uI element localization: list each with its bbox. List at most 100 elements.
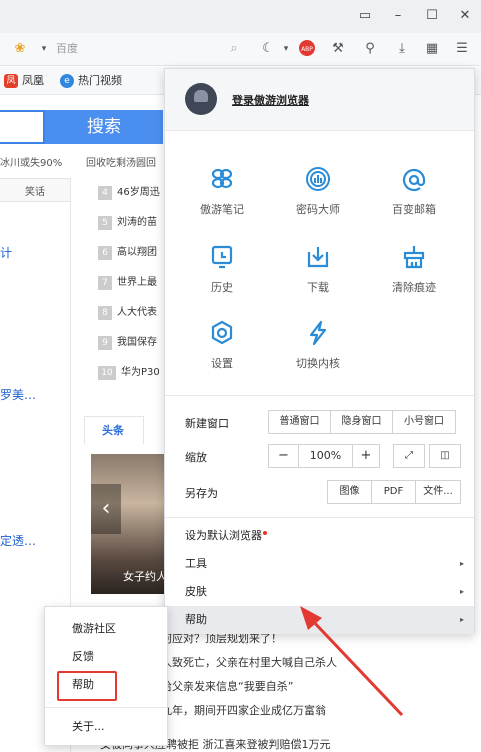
notes-label: 傲游笔记 — [200, 203, 244, 216]
settings-label: 设置 — [211, 357, 233, 370]
zoom-group: − 100% + — [268, 444, 380, 468]
apps-icon[interactable]: ▦ — [422, 39, 442, 59]
password-master-button[interactable]: 密码大师 — [278, 165, 358, 217]
title-bar: ▭ – ☐ ✕ — [0, 0, 481, 33]
help-submenu: 傲游社区 反馈 帮助 关于... — [44, 606, 168, 746]
tools-menu-item[interactable]: 工具 ▸ — [165, 550, 474, 578]
history-label: 历史 — [211, 281, 233, 294]
feedback-item[interactable]: 反馈 — [45, 645, 167, 669]
save-image-button[interactable]: 图像 — [328, 481, 372, 503]
menu-divider — [165, 517, 474, 518]
rank-badge: 5 — [98, 216, 112, 230]
menu-icon[interactable]: ☰ — [452, 39, 472, 59]
rank-badge: 4 — [98, 186, 112, 200]
page-search-input[interactable] — [0, 110, 45, 144]
notes-button[interactable]: 傲游笔记 — [182, 165, 262, 217]
tab-laugh[interactable]: 笑话 — [25, 183, 45, 198]
night-mode-icon[interactable]: ☾ — [258, 39, 278, 59]
save-as-group: 图像 PDF 文件... — [327, 480, 461, 504]
clear-traces-icon — [403, 246, 425, 269]
rank-badge: 8 — [98, 306, 112, 320]
chevron-left-icon[interactable]: ‹ — [91, 484, 121, 534]
address-bar[interactable]: 百度 — [56, 38, 248, 60]
hot-search-link[interactable]: 回收吃剩汤圆回 — [86, 154, 156, 170]
news-title: 世界上最 — [117, 277, 157, 288]
news-title: 高以翔团 — [117, 247, 157, 258]
submenu-divider — [45, 707, 167, 708]
headline-link[interactable]: 计 — [0, 244, 12, 261]
set-default-browser-item[interactable]: 设为默认浏览器 — [165, 522, 474, 550]
headline-link[interactable]: 定透… — [0, 532, 36, 549]
bookmark-label: 凤凰 — [22, 74, 44, 87]
new-window-group: 普通窗口 隐身窗口 小号窗口 — [268, 410, 456, 434]
incognito-window-button[interactable]: 隐身窗口 — [331, 411, 393, 433]
fullscreen-icon[interactable]: ⤢ — [394, 445, 424, 467]
bookmark-phoenix[interactable]: 凤 凤凰 — [4, 72, 44, 90]
mail-at-icon — [402, 168, 426, 192]
save-file-button[interactable]: 文件... — [416, 481, 460, 503]
zoom-out-button[interactable]: − — [269, 445, 299, 467]
fingerprint-icon — [306, 167, 330, 191]
small-window-button[interactable]: 小号窗口 — [393, 411, 455, 433]
engine-dropdown-icon[interactable]: ▾ — [34, 39, 54, 59]
save-pdf-button[interactable]: PDF — [372, 481, 416, 503]
story-link[interactable]: 发给父亲发来信息“我要自杀” — [150, 678, 293, 694]
sidebar-toggle-icon[interactable]: ▭ — [355, 6, 375, 26]
adblock-icon[interactable]: ABP — [297, 39, 317, 59]
normal-window-button[interactable]: 普通窗口 — [269, 411, 331, 433]
minimize-button[interactable]: – — [388, 6, 408, 26]
settings-button[interactable]: 设置 — [182, 319, 262, 371]
hot-search-link[interactable]: 冰川或失90% — [0, 154, 62, 170]
menu-header: 登录傲游浏览器 — [165, 69, 474, 131]
mailbox-button[interactable]: 百变邮箱 — [374, 165, 454, 217]
search-engine-icon[interactable]: ❀ — [10, 39, 30, 59]
skin-menu-item[interactable]: 皮肤 ▸ — [165, 578, 474, 606]
chevron-right-icon: ▸ — [459, 559, 464, 568]
history-icon — [211, 245, 233, 269]
page-search-button[interactable]: 搜索 — [45, 110, 163, 144]
layout-group: ◫ — [429, 444, 461, 468]
split-view-icon[interactable]: ◫ — [430, 445, 460, 467]
community-item[interactable]: 傲游社区 — [45, 617, 167, 641]
save-as-label: 另存为 — [185, 487, 218, 500]
download-icon — [307, 247, 329, 268]
history-button[interactable]: 历史 — [182, 243, 262, 295]
close-button[interactable]: ✕ — [455, 6, 475, 26]
bookmark-hot-video[interactable]: e 热门视频 — [60, 72, 122, 90]
search-icon[interactable]: ⌕ — [224, 39, 244, 59]
rank-badge: 9 — [98, 336, 112, 350]
mailbox-label: 百变邮箱 — [392, 203, 436, 216]
phoenix-icon: 凤 — [4, 74, 18, 88]
tools-icon[interactable]: ⚒ — [328, 39, 348, 59]
switch-engine-label: 切换内核 — [296, 357, 340, 370]
zoom-label: 缩放 — [185, 451, 207, 464]
login-link[interactable]: 登录傲游浏览器 — [232, 92, 309, 108]
about-item[interactable]: 关于... — [45, 715, 167, 739]
notes-icon — [211, 168, 233, 189]
clear-traces-button[interactable]: 清除痕迹 — [374, 243, 454, 295]
night-mode-dropdown-icon[interactable]: ▾ — [276, 39, 296, 59]
tools-label: 工具 — [185, 557, 207, 570]
help-menu-item[interactable]: 帮助 ▸ — [165, 606, 474, 634]
lightning-icon — [309, 320, 327, 346]
story-link[interactable]: 伤人致死亡，父亲在村里大喊自己杀人 — [150, 654, 337, 670]
chevron-right-icon: ▸ — [459, 615, 464, 624]
tab-headlines[interactable]: 头条 — [84, 416, 144, 444]
avatar[interactable] — [185, 83, 217, 115]
switch-engine-button[interactable]: 切换内核 — [278, 319, 358, 371]
maximize-button[interactable]: ☐ — [422, 6, 442, 26]
downloads-button[interactable]: 下载 — [278, 243, 358, 295]
headline-link[interactable]: 罗美… — [0, 386, 36, 403]
news-title: 我国保存 — [117, 337, 157, 348]
zoom-value: 100% — [299, 445, 353, 467]
news-title: 人大代表 — [117, 307, 157, 318]
download-icon[interactable]: ⤓ — [392, 39, 412, 59]
news-title: 46岁周迅 — [117, 187, 160, 198]
zoom-in-button[interactable]: + — [353, 445, 379, 467]
skin-label: 皮肤 — [185, 585, 207, 598]
news-photo[interactable]: ‹ 女子约人 — [91, 454, 167, 594]
clear-traces-label: 清除痕迹 — [392, 281, 436, 294]
story-link[interactable]: 逃九年，期间开四家企业成亿万富翁 — [150, 702, 326, 718]
resource-sniffer-icon[interactable]: ⚲ — [360, 39, 380, 59]
new-window-label: 新建窗口 — [185, 417, 229, 430]
